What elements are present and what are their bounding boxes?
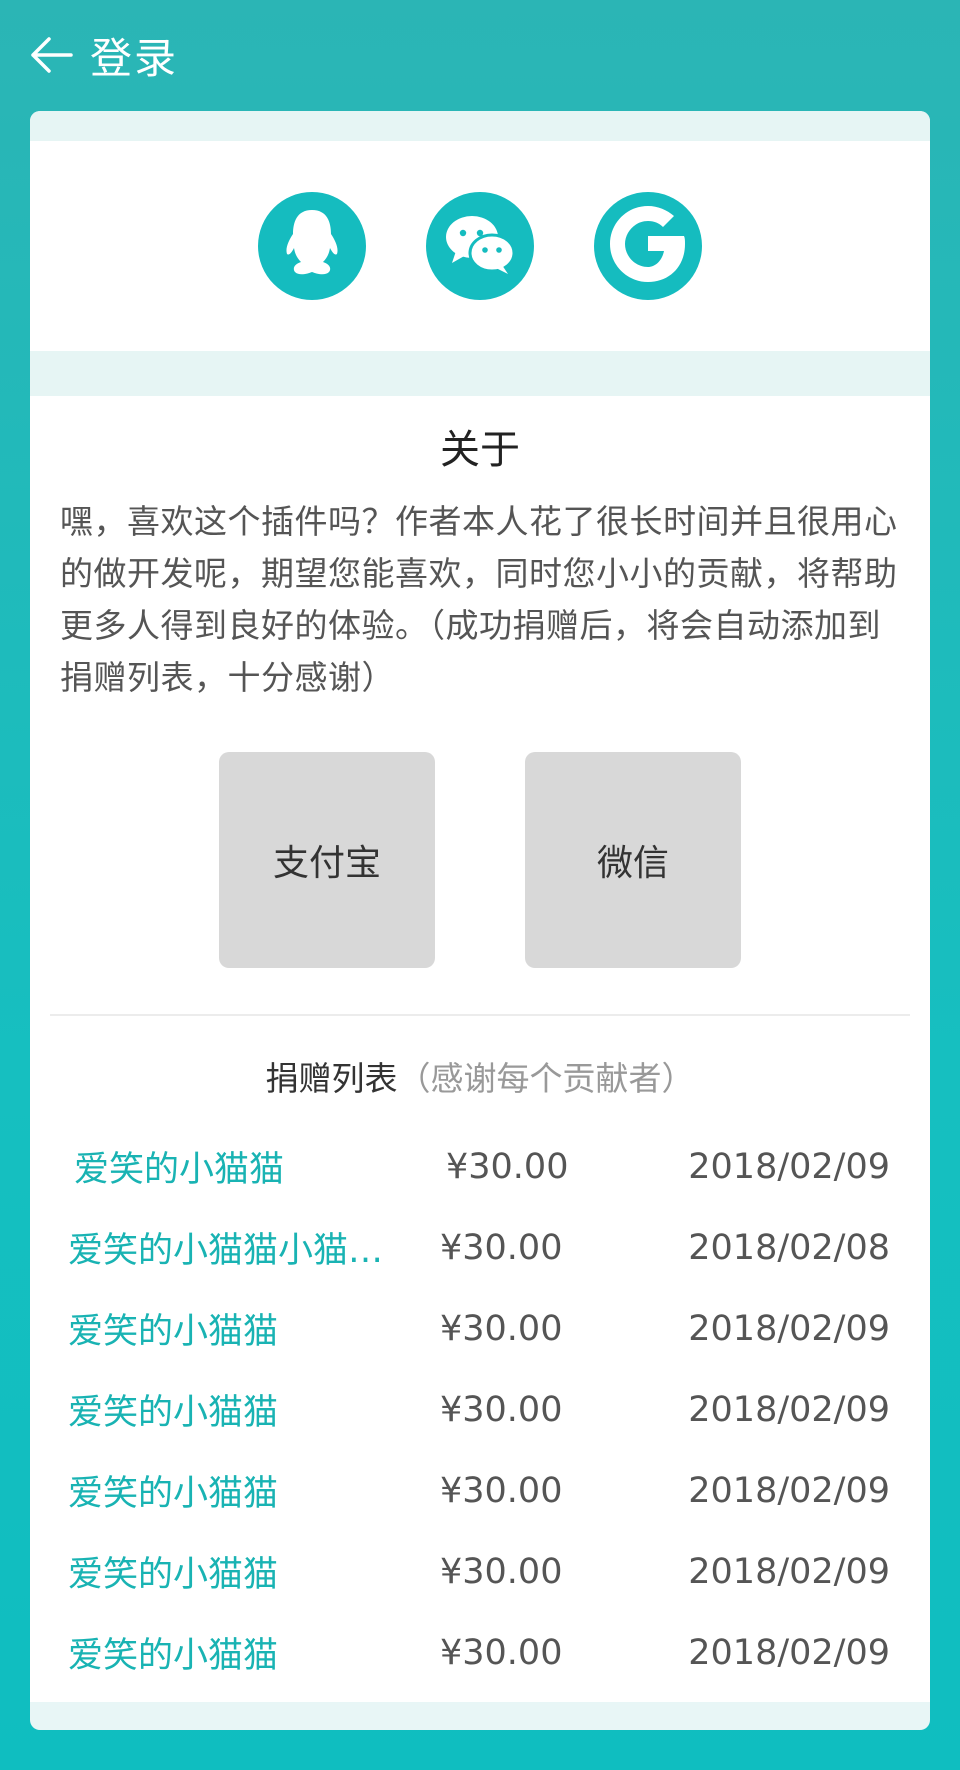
qq-penguin-icon [277,206,347,286]
donation-amount: ¥30.00 [440,1470,563,1511]
main-card: 关于 嘿，喜欢这个插件吗？作者本人花了很长时间并且很用心的做开发呢，期望您能喜欢… [30,111,930,1730]
donation-amount: ¥30.00 [446,1146,569,1187]
about-description: 嘿，喜欢这个插件吗？作者本人花了很长时间并且很用心的做开发呢，期望您能喜欢，同时… [60,502,898,697]
wechat-login-button[interactable] [426,192,534,300]
donation-row: 爱笑的小猫猫 ¥30.00 2018/02/09 [60,1288,900,1369]
donor-name[interactable]: 爱笑的小猫猫 [60,1303,440,1354]
about-title: 关于 [440,427,520,473]
social-login-panel [30,141,930,351]
donor-name[interactable]: 爱笑的小猫猫 [60,1465,440,1516]
donation-list-subtitle: （感谢每个贡献者） [397,1059,695,1098]
donation-date: 2018/02/09 [688,1632,890,1673]
donation-row: 爱笑的小猫猫 ¥30.00 2018/02/09 [60,1369,900,1450]
donation-date: 2018/02/08 [688,1227,890,1268]
donation-date: 2018/02/09 [688,1470,890,1511]
donation-date: 2018/02/09 [688,1551,890,1592]
header-bar: 登录 [0,0,960,110]
donation-date: 2018/02/09 [688,1308,890,1349]
donation-date: 2018/02/09 [688,1146,890,1187]
donor-name[interactable]: 爱笑的小猫猫 [60,1546,440,1597]
page-title: 登录 [90,33,179,83]
card-mid-strip [30,351,930,396]
donor-name[interactable]: 爱笑的小猫猫小猫… [60,1222,440,1273]
alipay-button[interactable]: 支付宝 [219,752,435,968]
donation-amount: ¥30.00 [440,1551,563,1592]
google-g-icon [605,201,691,291]
donation-row: 爱笑的小猫猫 ¥30.00 2018/02/09 [60,1126,900,1207]
donor-name[interactable]: 爱笑的小猫猫 [60,1384,440,1435]
donation-amount: ¥30.00 [440,1389,563,1430]
donation-row: 爱笑的小猫猫 ¥30.00 2018/02/09 [60,1612,900,1693]
donation-amount: ¥30.00 [440,1227,563,1268]
donation-amount: ¥30.00 [440,1308,563,1349]
donation-list-header: 捐赠列表（感谢每个贡献者） [60,1052,900,1102]
wechat-pay-button[interactable]: 微信 [525,752,741,968]
donation-list: 爱笑的小猫猫 ¥30.00 2018/02/09 爱笑的小猫猫小猫… ¥30.0… [60,1126,900,1693]
payment-options: 支付宝 微信 [60,752,900,968]
wechat-icon [442,211,518,281]
donation-row: 爱笑的小猫猫小猫… ¥30.00 2018/02/08 [60,1207,900,1288]
donor-name[interactable]: 爱笑的小猫猫 [60,1627,440,1678]
about-section: 关于 嘿，喜欢这个插件吗？作者本人花了很长时间并且很用心的做开发呢，期望您能喜欢… [30,396,930,1702]
donation-list-title: 捐赠列表 [265,1059,398,1098]
card-top-strip [30,111,930,141]
donation-amount: ¥30.00 [440,1632,563,1673]
arrow-left-icon[interactable] [28,32,74,78]
donation-date: 2018/02/09 [688,1389,890,1430]
qq-login-button[interactable] [258,192,366,300]
donation-row: 爱笑的小猫猫 ¥30.00 2018/02/09 [60,1450,900,1531]
section-divider [50,1014,910,1016]
donor-name[interactable]: 爱笑的小猫猫 [60,1141,440,1192]
donation-row: 爱笑的小猫猫 ¥30.00 2018/02/09 [60,1531,900,1612]
google-login-button[interactable] [594,192,702,300]
